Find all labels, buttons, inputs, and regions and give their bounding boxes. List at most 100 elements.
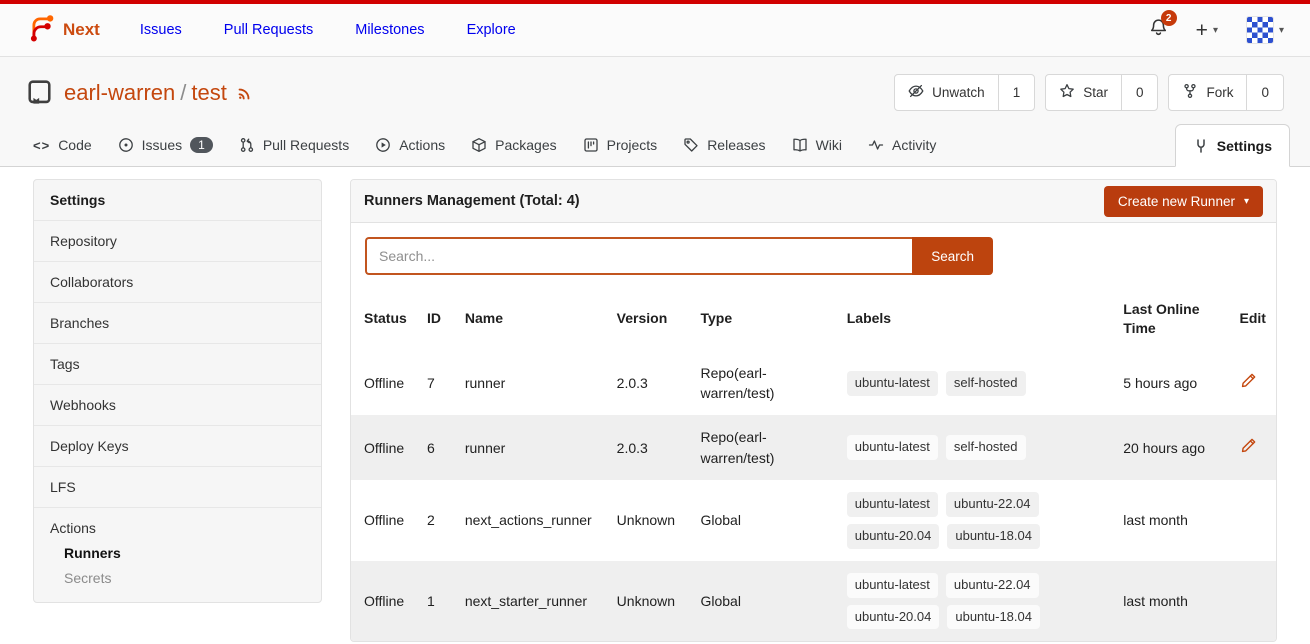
runner-id: 7: [417, 351, 455, 416]
sidebar-header-settings: Settings: [34, 180, 321, 221]
sidebar-subitem-runners[interactable]: Runners: [64, 545, 305, 561]
tab-releases[interactable]: Releases: [670, 124, 778, 166]
runner-labels: ubuntu-latestubuntu-22.04ubuntu-20.04ubu…: [837, 480, 1114, 561]
tab-settings[interactable]: Settings: [1175, 124, 1290, 167]
forgejo-logo[interactable]: Next: [26, 14, 100, 47]
tab-pull-requests[interactable]: Pull Requests: [226, 124, 362, 166]
runner-name: next_starter_runner: [455, 561, 607, 642]
fork-icon: [1182, 83, 1198, 102]
unwatch-button-group: Unwatch 1: [894, 74, 1035, 111]
unwatch-button[interactable]: Unwatch: [895, 75, 998, 110]
runner-type: Global: [690, 480, 836, 561]
fork-count[interactable]: 0: [1246, 75, 1283, 110]
navbar-item-pull-requests[interactable]: Pull Requests: [224, 22, 313, 38]
tab-label: Actions: [399, 137, 445, 153]
runner-label-badge: ubuntu-latest: [847, 492, 938, 517]
sidebar-subitem-secrets[interactable]: Secrets: [64, 570, 305, 586]
tab-wiki[interactable]: Wiki: [779, 124, 855, 166]
book-icon: [792, 137, 808, 153]
breadcrumb-separator: /: [175, 80, 191, 105]
repository-icon: [26, 79, 53, 106]
runner-status: Offline: [351, 561, 417, 642]
fork-button[interactable]: Fork: [1169, 75, 1246, 110]
chevron-down-icon: ▾: [1213, 25, 1218, 36]
tab-label: Activity: [892, 137, 936, 153]
runner-edit-cell: [1230, 480, 1277, 561]
tab-projects[interactable]: Projects: [570, 124, 671, 166]
table-row: Offline1next_starter_runnerUnknownGlobal…: [351, 561, 1276, 642]
navbar-right: 2 + ▾ ▾: [1149, 16, 1284, 44]
tab-activity[interactable]: Activity: [855, 124, 949, 166]
repo-owner-link[interactable]: earl-warren: [64, 80, 175, 105]
panel-header: Runners Management (Total: 4) Create new…: [351, 180, 1276, 223]
tab-label: Projects: [607, 137, 658, 153]
runner-label-badge: ubuntu-latest: [847, 371, 938, 396]
pull-request-icon: [239, 137, 255, 153]
star-count[interactable]: 0: [1121, 75, 1158, 110]
rss-feed-icon[interactable]: [236, 83, 255, 102]
column-header-version: Version: [607, 287, 691, 351]
unwatch-count[interactable]: 1: [998, 75, 1035, 110]
unwatch-label: Unwatch: [932, 85, 985, 100]
page-content: Settings RepositoryCollaboratorsBranches…: [0, 167, 1310, 642]
runner-status: Offline: [351, 480, 417, 561]
pulse-icon: [868, 137, 884, 153]
labels-list: ubuntu-latest self-hosted: [847, 371, 1104, 396]
fork-label: Fork: [1206, 85, 1233, 100]
sidebar-item-branches[interactable]: Branches: [34, 303, 321, 344]
tab-issues[interactable]: Issues1: [105, 124, 226, 166]
table-row: Offline6runner2.0.3Repo(earl-warren/test…: [351, 415, 1276, 480]
avatar: [1246, 16, 1274, 44]
navbar-item-issues[interactable]: Issues: [140, 22, 182, 38]
search-input[interactable]: [365, 237, 912, 275]
user-menu-dropdown[interactable]: ▾: [1246, 16, 1284, 44]
navbar-item-milestones[interactable]: Milestones: [355, 22, 424, 38]
sidebar-item-tags[interactable]: Tags: [34, 344, 321, 385]
table-header-row: StatusIDNameVersionTypeLabelsLast Online…: [351, 287, 1276, 351]
sidebar-item-collaborators[interactable]: Collaborators: [34, 262, 321, 303]
labels-list: ubuntu-latestself-hosted: [847, 435, 1104, 460]
star-label: Star: [1083, 85, 1108, 100]
navbar-item-explore[interactable]: Explore: [467, 22, 516, 38]
search-button[interactable]: Search: [912, 237, 993, 275]
tab-actions[interactable]: Actions: [362, 124, 458, 166]
runner-labels: ubuntu-latest self-hosted: [837, 351, 1114, 416]
runner-status: Offline: [351, 415, 417, 480]
column-header-last-online-time: Last Online Time: [1113, 287, 1229, 351]
brand-name: Next: [63, 20, 100, 40]
edit-runner-button[interactable]: [1240, 437, 1267, 459]
star-button[interactable]: Star: [1046, 75, 1121, 110]
issue-icon: [118, 137, 134, 153]
tab-packages[interactable]: Packages: [458, 124, 569, 166]
sidebar-item-webhooks[interactable]: Webhooks: [34, 385, 321, 426]
tools-icon: [1193, 138, 1209, 154]
sidebar-item-deploy-keys[interactable]: Deploy Keys: [34, 426, 321, 467]
sidebar-item-repository[interactable]: Repository: [34, 221, 321, 262]
create-new-runner-button[interactable]: Create new Runner ▾: [1104, 186, 1263, 217]
labels-list: ubuntu-latestubuntu-22.04ubuntu-20.04ubu…: [847, 573, 1104, 630]
tab-label: Pull Requests: [263, 137, 349, 153]
sidebar-item-lfs[interactable]: LFS: [34, 467, 321, 508]
create-new-dropdown[interactable]: + ▾: [1196, 20, 1218, 41]
pencil-icon: [1240, 372, 1257, 394]
repo-name-link[interactable]: test: [191, 80, 226, 105]
settings-sidebar: Settings RepositoryCollaboratorsBranches…: [33, 179, 322, 603]
tab-label: Code: [58, 137, 91, 153]
sidebar-item-actions[interactable]: Actions: [50, 520, 305, 536]
runner-last-online: last month: [1113, 561, 1229, 642]
runner-version: Unknown: [607, 561, 691, 642]
runner-type: Global: [690, 561, 836, 642]
notifications-button[interactable]: 2: [1149, 18, 1168, 42]
runners-panel: Runners Management (Total: 4) Create new…: [350, 179, 1277, 642]
runner-version: 2.0.3: [607, 351, 691, 416]
tag-icon: [683, 137, 699, 153]
tab-code[interactable]: <>Code: [20, 124, 105, 166]
tab-label: Settings: [1217, 138, 1272, 154]
runner-label-badge: self-hosted: [946, 371, 1026, 396]
column-header-edit: Edit: [1230, 287, 1277, 351]
edit-runner-button[interactable]: [1240, 372, 1267, 394]
runner-label-badge: self-hosted: [946, 435, 1026, 460]
repo-action-buttons: Unwatch 1 Star 0 Fork 0: [894, 74, 1284, 111]
main-navbar: Next Issues Pull Requests Milestones Explor…: [0, 4, 1310, 57]
sidebar-actions-subitems: Runners Secrets: [50, 545, 305, 586]
